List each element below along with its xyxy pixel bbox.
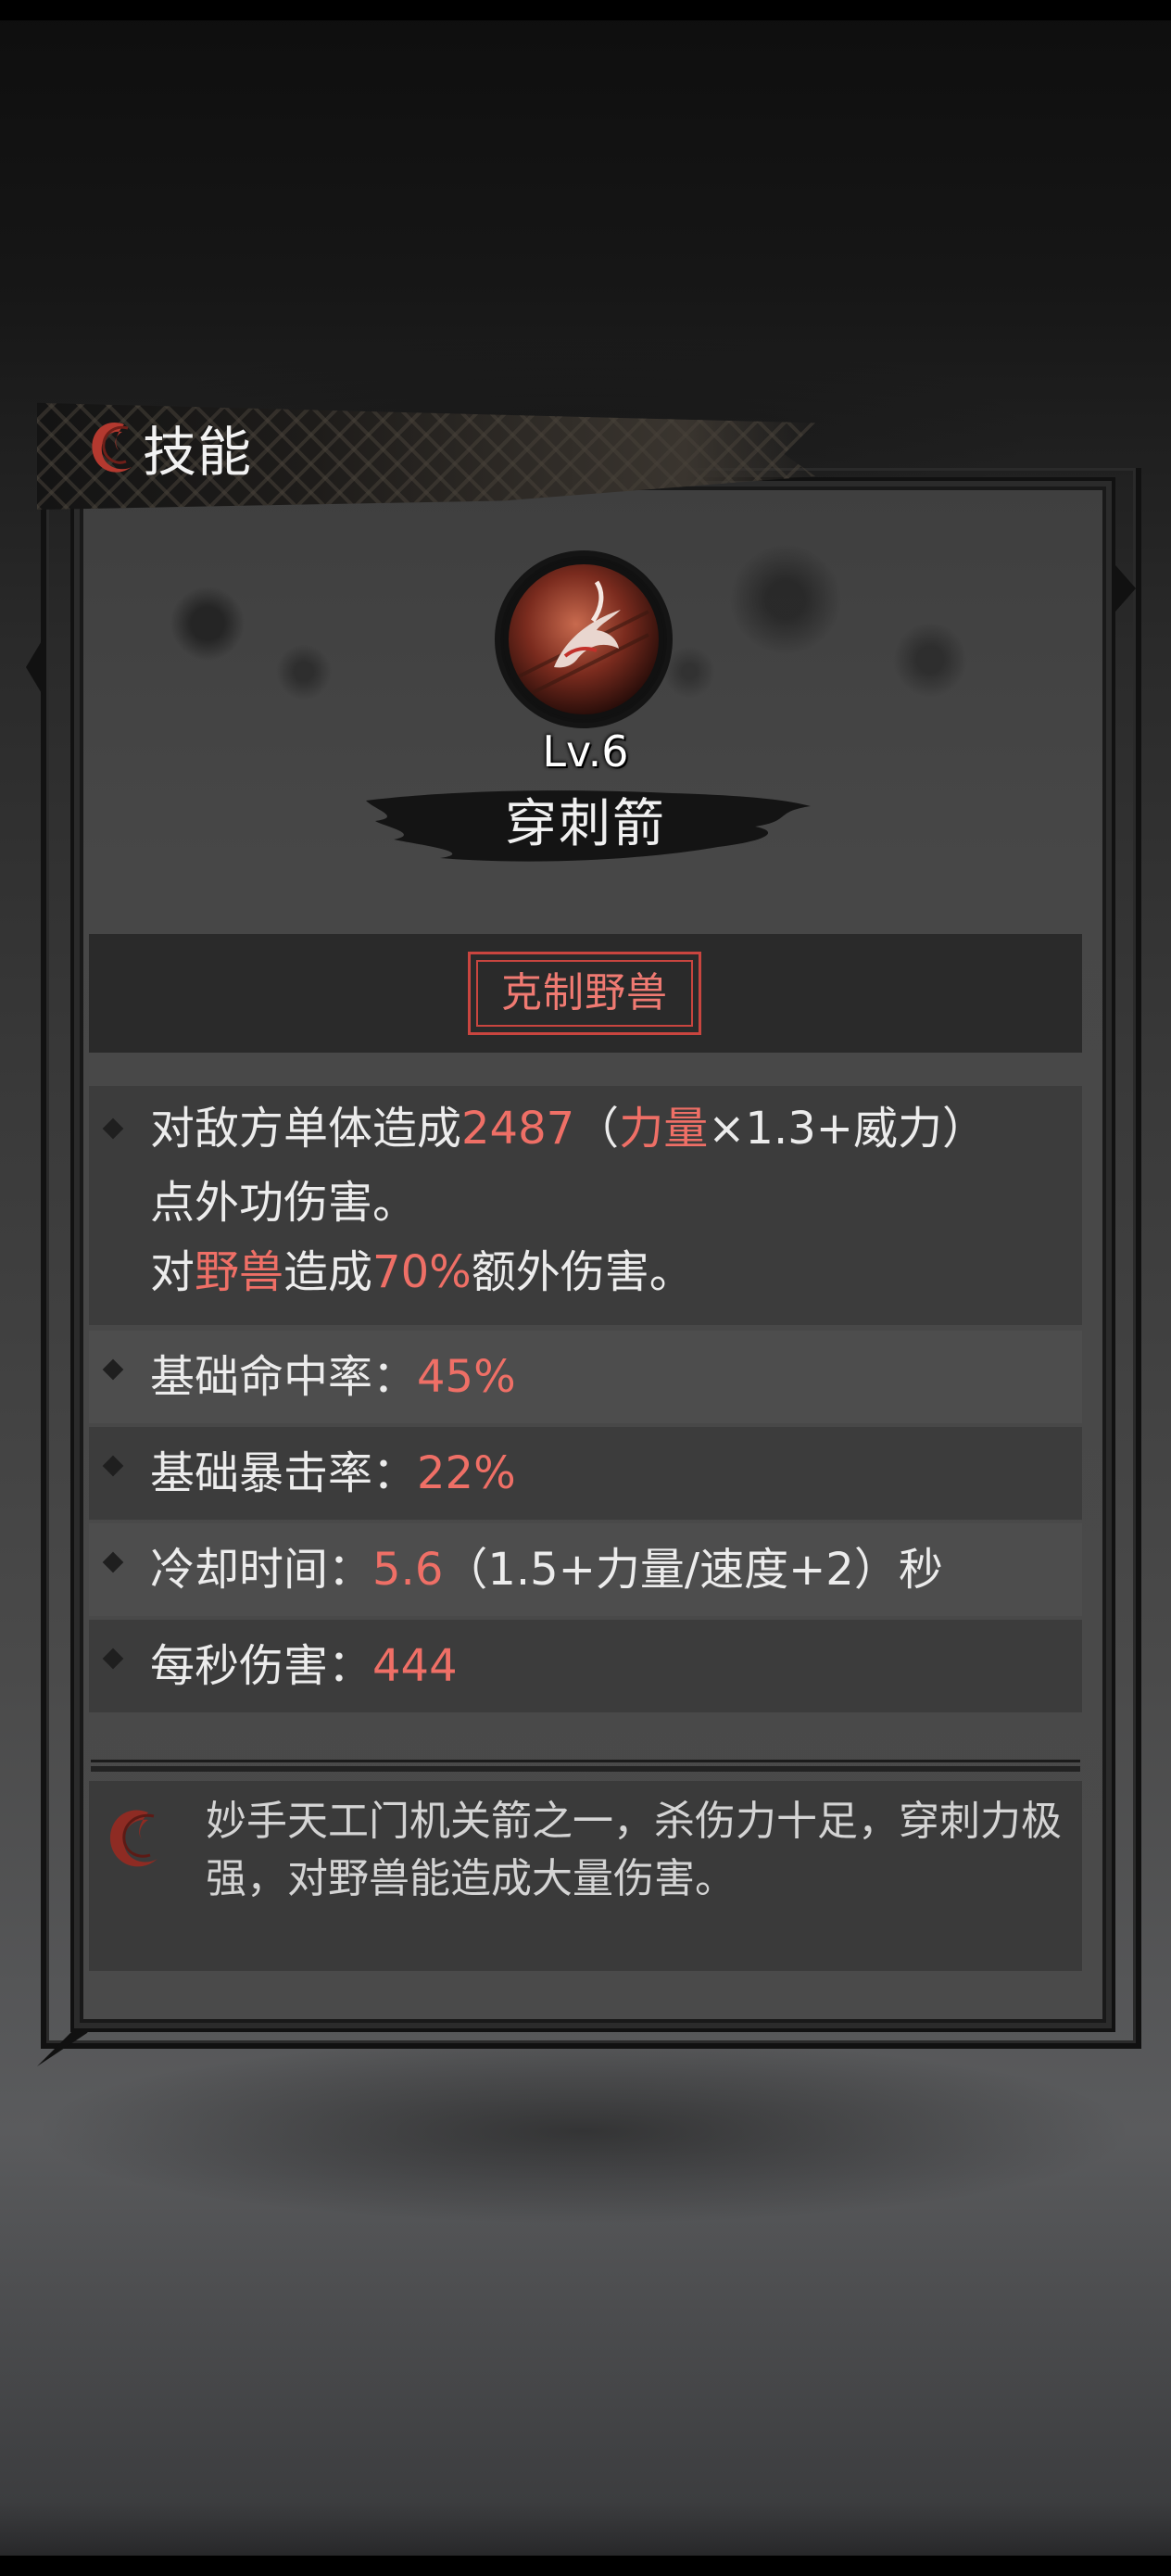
stat-label: 基础暴击率： xyxy=(150,1447,418,1499)
piercing-arrow-skill-icon xyxy=(500,556,667,723)
swirl-emblem-icon xyxy=(92,423,132,473)
target-name: 野兽 xyxy=(195,1246,284,1298)
stat-label: 每秒伤害： xyxy=(150,1640,373,1692)
separator-line xyxy=(91,1766,1080,1772)
bonus-value: 70% xyxy=(372,1246,472,1298)
ink-wash-shadow xyxy=(37,2039,1130,2224)
separator-line xyxy=(91,1760,1080,1762)
damage-value: 2487 xyxy=(461,1103,575,1155)
diamond-bullet-icon xyxy=(102,1118,124,1140)
stat-value: 22% xyxy=(417,1447,516,1499)
swirl-emblem-icon xyxy=(109,1810,157,1867)
stat-value: 45% xyxy=(417,1351,516,1403)
top-status-strip xyxy=(0,0,1171,20)
stat-row-dps: 每秒伤害：444 xyxy=(89,1620,1082,1712)
skill-name: 穿刺箭 xyxy=(505,794,666,854)
diamond-bullet-icon xyxy=(102,1648,124,1670)
stat-value: 5.6 xyxy=(372,1544,444,1596)
counter-tag: 克制野兽 xyxy=(501,969,668,1017)
skill-level: Lv.6 xyxy=(542,726,629,777)
effect-line-1: 对敌方单体造成2487（力量×1.3+威力） xyxy=(150,1103,987,1155)
effect-line-3: 对野兽造成70%额外伤害。 xyxy=(150,1246,694,1298)
effect-line-2: 点外功伤害。 xyxy=(150,1177,418,1229)
stat-row-cooldown: 冷却时间：5.6（1.5+力量/速度+2）秒 xyxy=(89,1523,1082,1616)
diamond-bullet-icon xyxy=(102,1551,124,1573)
bottom-status-strip xyxy=(0,2556,1171,2576)
stat-value: 444 xyxy=(372,1640,458,1692)
diamond-bullet-icon xyxy=(102,1358,124,1381)
frame-notch xyxy=(26,639,43,695)
dialog-title: 技能 xyxy=(143,421,253,484)
skill-description: 妙手天工门机关箭之一，杀伤力十足，穿刺力极强，对野兽能造成大量伤害。 xyxy=(206,1798,1062,1902)
stat-extra: （1.5+力量/速度+2）秒 xyxy=(443,1544,943,1596)
stat-row-crit-rate: 基础暴击率：22% xyxy=(89,1427,1082,1520)
stat-label: 冷却时间： xyxy=(150,1544,373,1596)
diamond-bullet-icon xyxy=(102,1455,124,1477)
stat-label: 基础命中率： xyxy=(150,1351,418,1403)
effect-row: 对敌方单体造成2487（力量×1.3+威力） 点外功伤害。 对野兽造成70%额外… xyxy=(89,1086,1082,1325)
stat-name: 力量 xyxy=(619,1103,709,1155)
stat-row-hit-rate: 基础命中率：45% xyxy=(89,1331,1082,1423)
